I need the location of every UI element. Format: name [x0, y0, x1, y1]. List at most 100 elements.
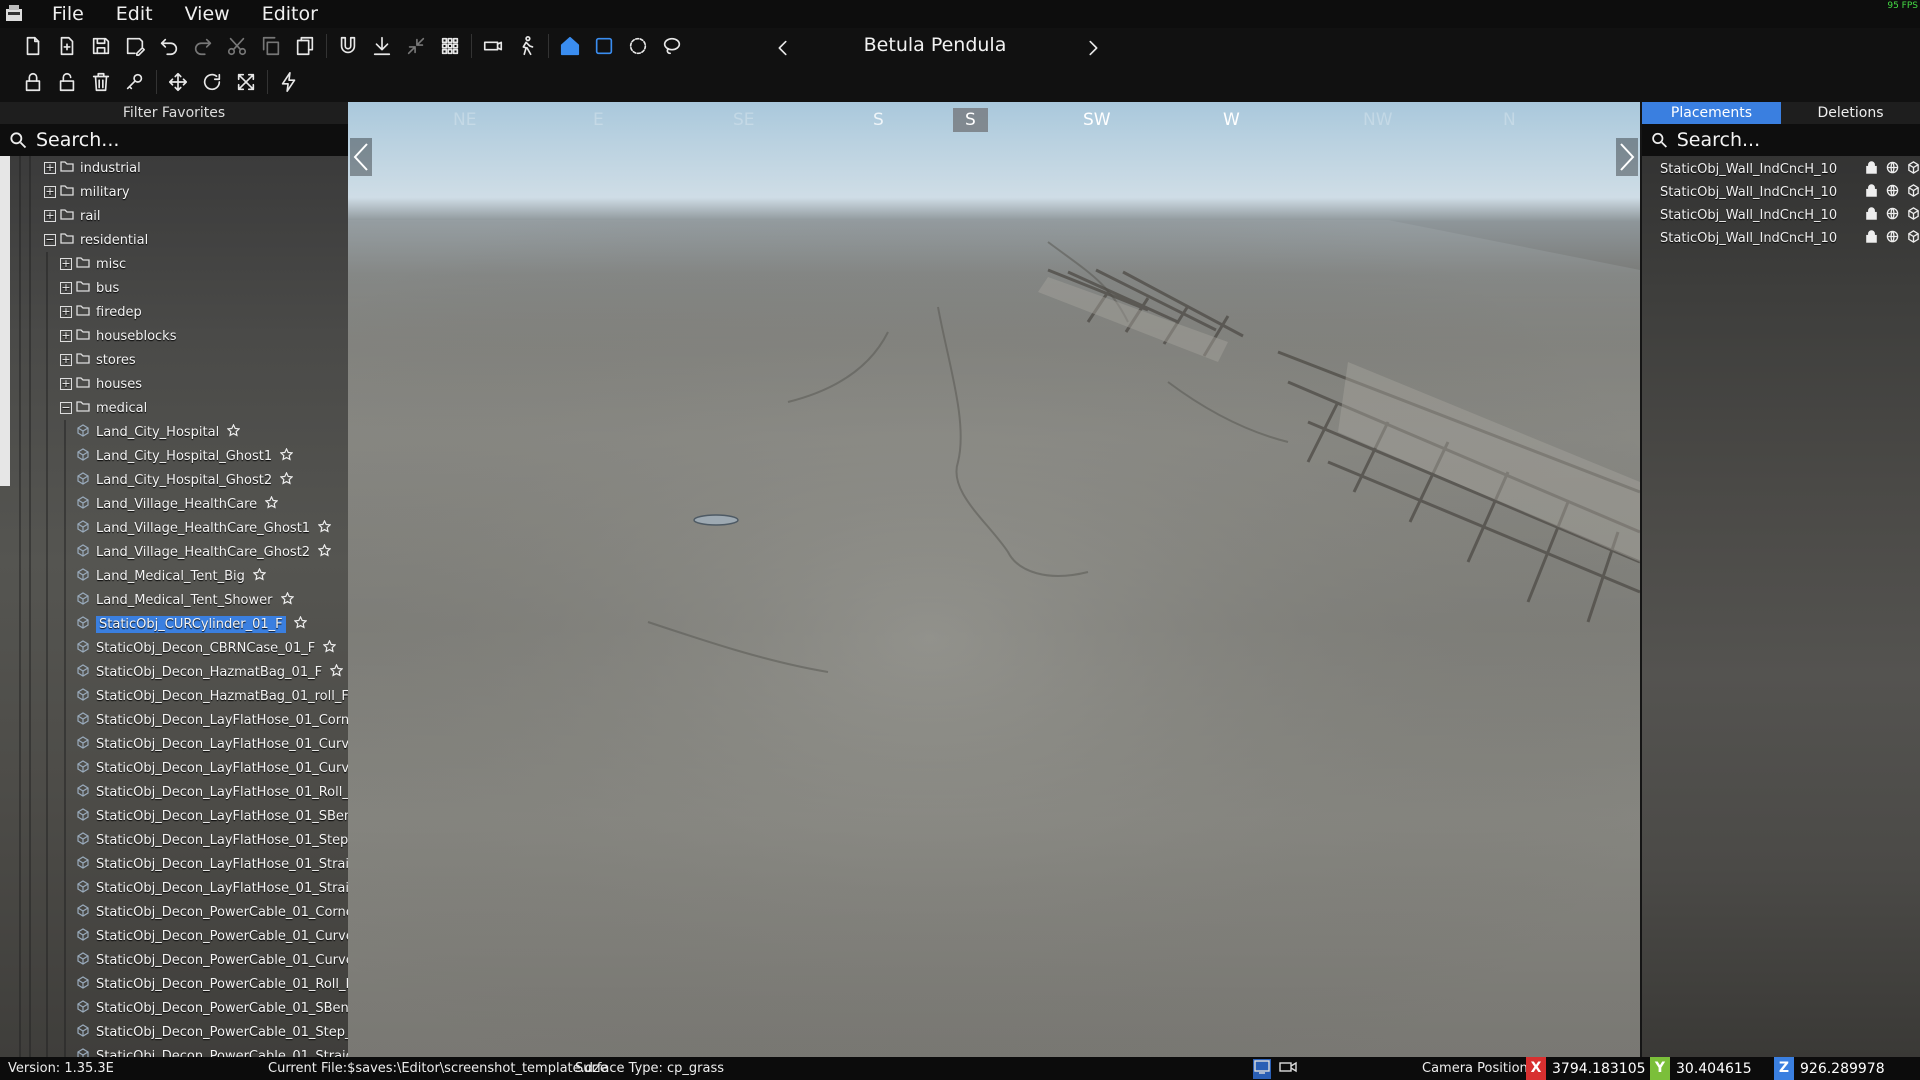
menu-editor[interactable]: Editor — [246, 0, 334, 28]
collapse-toggle-icon[interactable]: − — [44, 234, 56, 246]
tab-deletions[interactable]: Deletions — [1781, 102, 1920, 124]
tree-item[interactable]: StaticObj_Decon_PowerCable_01_Step_F — [76, 1020, 348, 1044]
drop-to-ground-icon[interactable] — [365, 30, 399, 62]
lock-icon[interactable] — [1857, 161, 1878, 178]
placements-search-input[interactable] — [1676, 129, 1920, 151]
cube-icon[interactable] — [1899, 230, 1920, 247]
cube-icon[interactable] — [1899, 184, 1920, 201]
favorite-star-icon[interactable] — [272, 447, 294, 465]
tree-folder[interactable]: + firedep — [60, 300, 142, 324]
globe-icon[interactable] — [1878, 161, 1899, 178]
paste-icon[interactable] — [288, 30, 322, 62]
grid-icon[interactable] — [433, 30, 467, 62]
tree-scrollbar[interactable] — [0, 156, 10, 486]
lock-icon[interactable] — [1857, 207, 1878, 224]
expand-toggle-icon[interactable]: + — [44, 162, 56, 174]
placement-row[interactable]: StaticObj_Wall_IndCncH_10 — [1642, 227, 1920, 250]
tree-item[interactable]: Land_City_Hospital_Ghost1 — [76, 444, 294, 468]
magnet-icon[interactable] — [331, 30, 365, 62]
tree-item[interactable]: Land_Village_HealthCare_Ghost1 — [76, 516, 332, 540]
expand-toggle-icon[interactable]: + — [44, 210, 56, 222]
tree-folder[interactable]: + rail — [44, 204, 101, 228]
expand-toggle-icon[interactable]: + — [60, 282, 72, 294]
favorite-star-icon[interactable] — [286, 615, 308, 633]
scale-icon[interactable] — [229, 66, 263, 98]
tree-folder[interactable]: + industrial — [44, 156, 141, 180]
tree-item[interactable]: StaticObj_Decon_LayFlatHose_01_CurveSho — [76, 756, 348, 780]
move-icon[interactable] — [161, 66, 195, 98]
expand-toggle-icon[interactable]: + — [44, 186, 56, 198]
lock-icon[interactable] — [1857, 230, 1878, 247]
tree-item[interactable]: StaticObj_Decon_LayFlatHose_01_CurveLong — [76, 732, 348, 756]
new-file-icon[interactable] — [16, 30, 50, 62]
tree-item[interactable]: StaticObj_Decon_LayFlatHose_01_Roll_F — [76, 780, 348, 804]
collapse-toggle-icon[interactable]: − — [60, 402, 72, 414]
tree-item[interactable]: Land_Village_HealthCare — [76, 492, 279, 516]
tree-item[interactable]: StaticObj_Decon_PowerCable_01_Straight — [76, 1044, 348, 1057]
undo-icon[interactable] — [152, 30, 186, 62]
menu-view[interactable]: View — [169, 0, 246, 28]
video-camera-icon[interactable] — [1279, 1059, 1297, 1079]
save-as-icon[interactable] — [118, 30, 152, 62]
home-icon[interactable] — [553, 30, 587, 62]
expand-toggle-icon[interactable]: + — [60, 306, 72, 318]
placement-row[interactable]: StaticObj_Wall_IndCncH_10 — [1642, 158, 1920, 181]
favorite-star-icon[interactable] — [245, 567, 267, 585]
tree-folder[interactable]: + bus — [60, 276, 119, 300]
tree-item[interactable]: StaticObj_CURCylinder_01_F — [76, 612, 308, 636]
favorite-star-icon[interactable] — [272, 471, 294, 489]
tree-folder[interactable]: + houseblocks — [60, 324, 176, 348]
collapse-icon[interactable] — [399, 30, 433, 62]
tree-item[interactable]: Land_City_Hospital_Ghost2 — [76, 468, 294, 492]
favorite-star-icon[interactable] — [310, 519, 332, 537]
tree-item[interactable]: StaticObj_Decon_LayFlatHose_01_Step_F — [76, 828, 348, 852]
rotate-icon[interactable] — [195, 66, 229, 98]
favorite-star-icon[interactable] — [315, 639, 337, 657]
tree-item[interactable]: StaticObj_Decon_PowerCable_01_Corner_F — [76, 900, 348, 924]
tree-item[interactable]: StaticObj_Decon_LayFlatHose_01_StraightL — [76, 852, 348, 876]
tree-item[interactable]: StaticObj_Decon_PowerCable_01_CurveSho — [76, 948, 348, 972]
tree-item[interactable]: StaticObj_Decon_HazmatBag_01_F — [76, 660, 344, 684]
placement-row[interactable]: StaticObj_Wall_IndCncH_10 — [1642, 204, 1920, 227]
tree-folder[interactable]: + stores — [60, 348, 136, 372]
menu-edit[interactable]: Edit — [100, 0, 169, 28]
favorite-star-icon[interactable] — [257, 495, 279, 513]
tree-folder[interactable]: − residential — [44, 228, 148, 252]
viewport-prev-arrow[interactable] — [350, 138, 372, 176]
expand-toggle-icon[interactable]: + — [60, 258, 72, 270]
favorite-star-icon[interactable] — [273, 591, 294, 609]
redo-icon[interactable] — [186, 30, 220, 62]
tree-folder[interactable]: − medical — [60, 396, 147, 420]
tree-folder[interactable]: + misc — [60, 252, 126, 276]
camera-icon[interactable] — [476, 30, 510, 62]
cut-icon[interactable] — [220, 30, 254, 62]
trash-icon[interactable] — [84, 66, 118, 98]
tree-folder[interactable]: + military — [44, 180, 130, 204]
object-search-input[interactable] — [36, 129, 296, 151]
tree-item[interactable]: StaticObj_Decon_PowerCable_01_Roll_F — [76, 972, 348, 996]
cube-icon[interactable] — [1899, 161, 1920, 178]
previous-map-button[interactable] — [766, 32, 800, 64]
tree-item[interactable]: Land_Medical_Tent_Big — [76, 564, 267, 588]
cube-icon[interactable] — [1899, 207, 1920, 224]
lasso-select-icon[interactable] — [655, 30, 689, 62]
unlock-icon[interactable] — [50, 66, 84, 98]
circle-select-icon[interactable] — [621, 30, 655, 62]
tree-item[interactable]: StaticObj_Decon_PowerCable_01_SBend_F — [76, 996, 348, 1020]
tree-folder[interactable]: + houses — [60, 372, 142, 396]
favorite-star-icon[interactable] — [322, 663, 344, 681]
next-map-button[interactable] — [1076, 32, 1110, 64]
tree-item[interactable]: StaticObj_Decon_LayFlatHose_01_SBend_F — [76, 804, 348, 828]
tree-item[interactable]: StaticObj_Decon_HazmatBag_01_roll_F — [76, 684, 348, 708]
favorite-star-icon[interactable] — [310, 543, 332, 561]
viewport-next-arrow[interactable] — [1616, 138, 1638, 176]
tab-placements[interactable]: Placements — [1642, 102, 1781, 124]
expand-toggle-icon[interactable]: + — [60, 354, 72, 366]
tree-item[interactable]: StaticObj_Decon_CBRNCase_01_F — [76, 636, 337, 660]
rect-select-icon[interactable] — [587, 30, 621, 62]
tree-item[interactable]: Land_City_Hospital — [76, 420, 241, 444]
tree-item[interactable]: StaticObj_Decon_LayFlatHose_01_StraightS — [76, 876, 348, 900]
globe-icon[interactable] — [1878, 207, 1899, 224]
screen-icon[interactable] — [1253, 1059, 1271, 1079]
lock-icon[interactable] — [1857, 184, 1878, 201]
